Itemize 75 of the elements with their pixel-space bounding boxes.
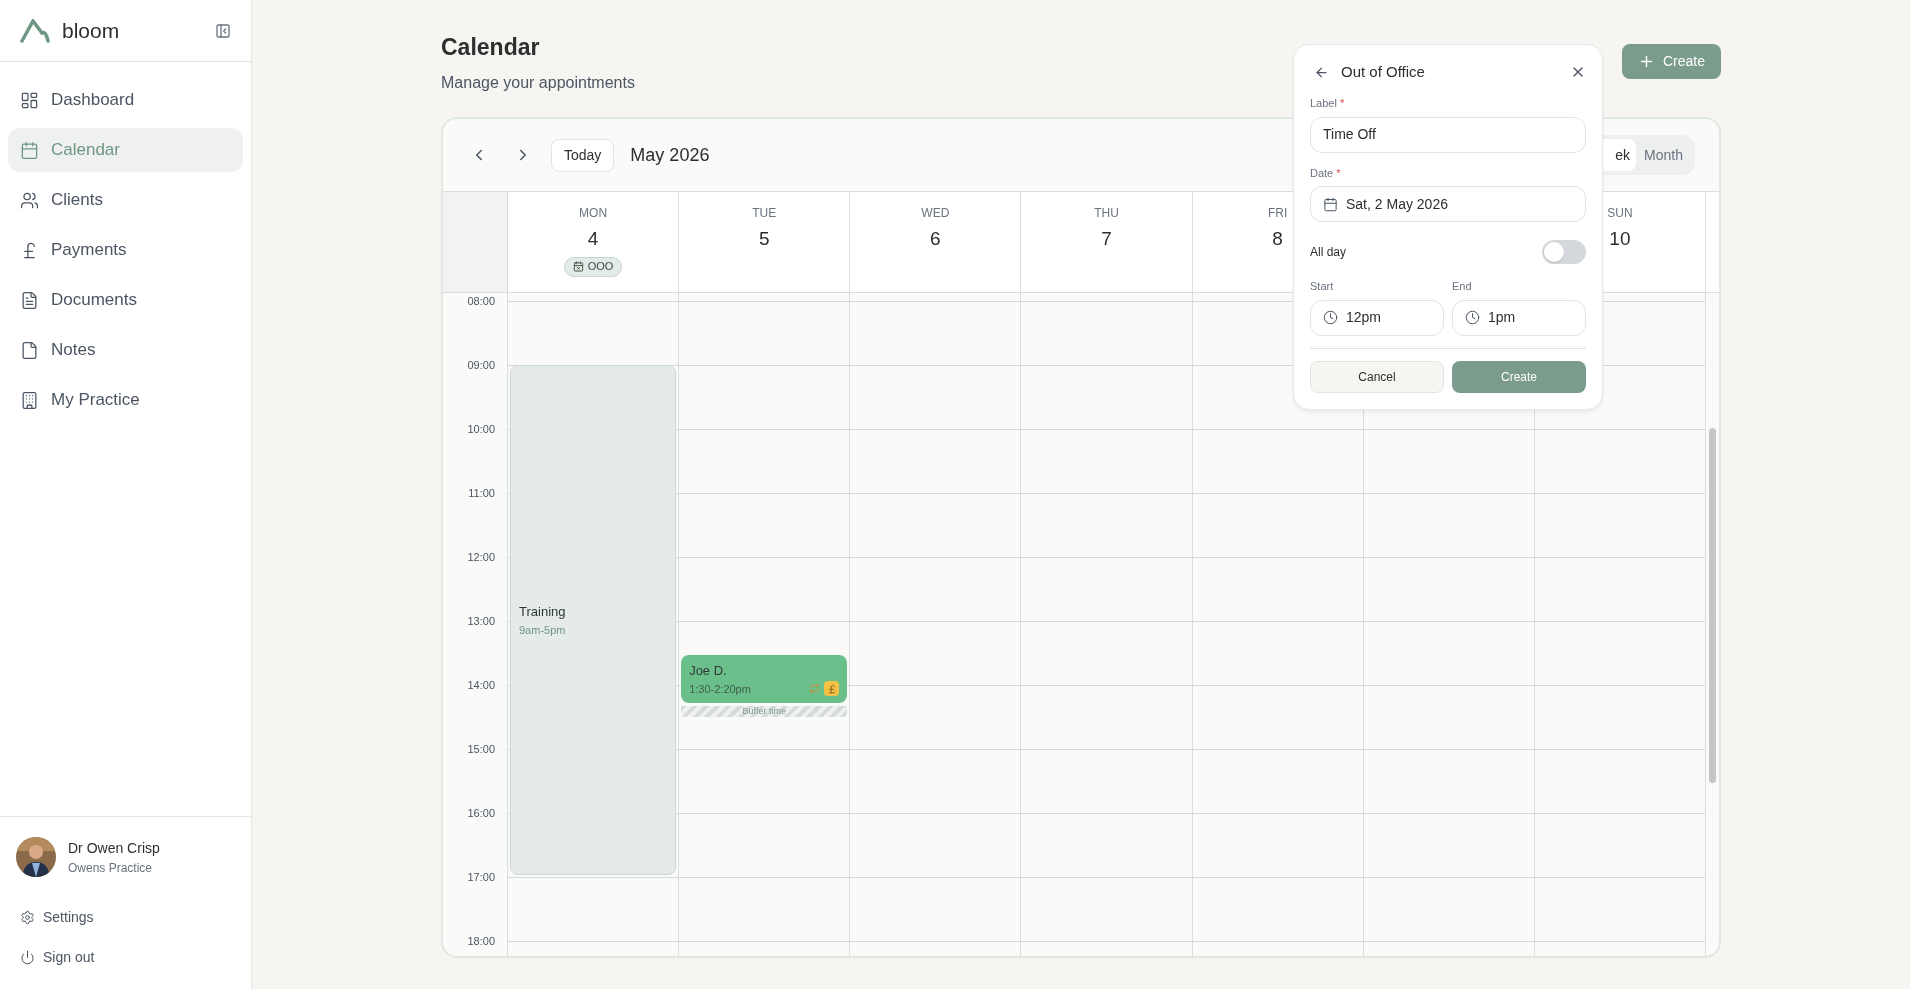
calendar-icon [20, 140, 39, 160]
month-title: May 2026 [630, 143, 711, 167]
hour-label: 11:00 [468, 485, 495, 501]
event-title: Training [519, 603, 567, 621]
page-subtitle: Manage your appointments [441, 72, 635, 93]
nav-item[interactable]: Clients [8, 178, 243, 222]
hour-label: 17:00 [467, 869, 495, 885]
building-icon [20, 390, 39, 410]
document-icon [20, 290, 39, 310]
nav-item[interactable]: My Practice [8, 378, 243, 422]
calendar-x-icon [572, 261, 584, 272]
day-number: 4 [587, 227, 599, 251]
time-field[interactable]: 12pm [1310, 299, 1444, 336]
page-title: Calendar [441, 33, 540, 62]
out-of-office-badge[interactable]: OOO [563, 256, 623, 277]
weekday-label: TUE [752, 205, 777, 222]
day-number: 10 [1609, 227, 1631, 251]
hour-label: 13:00 [467, 613, 495, 629]
hour-label: 09:00 [467, 357, 495, 373]
event-time: 9am-5pm [519, 622, 567, 638]
input-field[interactable]: Sat, 2 May 2026 [1310, 186, 1586, 222]
event-time: 1:30-2:20pm [689, 681, 752, 697]
cancel-button[interactable]: Cancel [1310, 360, 1444, 393]
all-day-switch[interactable] [1542, 240, 1586, 264]
nav-item[interactable]: Dashboard [8, 78, 243, 122]
power-icon [20, 949, 35, 965]
dashboard-icon [20, 90, 39, 110]
day-number: 6 [930, 227, 941, 251]
footer-link[interactable]: Sign out [16, 937, 235, 977]
people-icon [20, 190, 39, 210]
appointment-event[interactable]: Joe D. 1:30-2:20pm [681, 655, 848, 703]
logo-icon [20, 18, 50, 43]
all-day-label: All day [1310, 244, 1348, 261]
nav-item[interactable]: Notes [8, 328, 243, 372]
field-label: Start [1310, 279, 1335, 294]
footer-link[interactable]: Settings [16, 897, 235, 937]
time-field[interactable]: 1pm [1452, 299, 1586, 336]
weekday-label: WED [921, 205, 950, 222]
nav-item[interactable]: Documents [8, 278, 243, 322]
day-number: 5 [758, 227, 770, 251]
field-label: Date * [1310, 165, 1342, 181]
today-button[interactable]: Today [551, 138, 615, 172]
event-block[interactable]: Training 9am-5pm [510, 365, 677, 875]
hour-label: 15:00 [467, 741, 495, 757]
settings-icon [20, 909, 35, 925]
collapse-sidebar-icon[interactable] [215, 22, 231, 39]
event-title: Joe D. [689, 662, 728, 680]
hour-label: 10:00 [467, 421, 495, 437]
hour-label: 12:00 [467, 549, 495, 565]
hour-label: 18:00 [467, 933, 495, 949]
scrollbar-thumb[interactable] [1709, 428, 1716, 783]
input-field[interactable]: Time Off [1310, 116, 1586, 153]
weekday-label: MON [579, 205, 608, 222]
field-label: End [1452, 279, 1473, 294]
back-icon[interactable] [1314, 64, 1329, 80]
hour-label: 16:00 [467, 805, 495, 821]
brand-name: bloom [62, 17, 121, 44]
buffer-time: Buffer time [681, 706, 848, 717]
user-name: Dr Owen Crisp [68, 838, 160, 858]
weekday-label: SUN [1607, 205, 1633, 222]
hour-label: 08:00 [467, 293, 495, 309]
day-number: 8 [1272, 227, 1283, 251]
weekday-label: FRI [1267, 205, 1288, 222]
nav-item[interactable]: Payments [8, 228, 243, 272]
field-label: Label * [1310, 96, 1346, 111]
clock-icon [1465, 310, 1480, 325]
weekday-label: THU [1094, 205, 1119, 222]
calendar-icon [1323, 196, 1338, 212]
hour-label: 14:00 [467, 677, 495, 693]
practice-name: Owens Practice [68, 859, 154, 877]
day-number: 7 [1101, 227, 1112, 251]
note-icon [20, 340, 39, 360]
view-tab[interactable]: Month [1636, 139, 1691, 171]
popover-title: Out of Office [1341, 61, 1426, 82]
clock-icon [1323, 310, 1338, 325]
